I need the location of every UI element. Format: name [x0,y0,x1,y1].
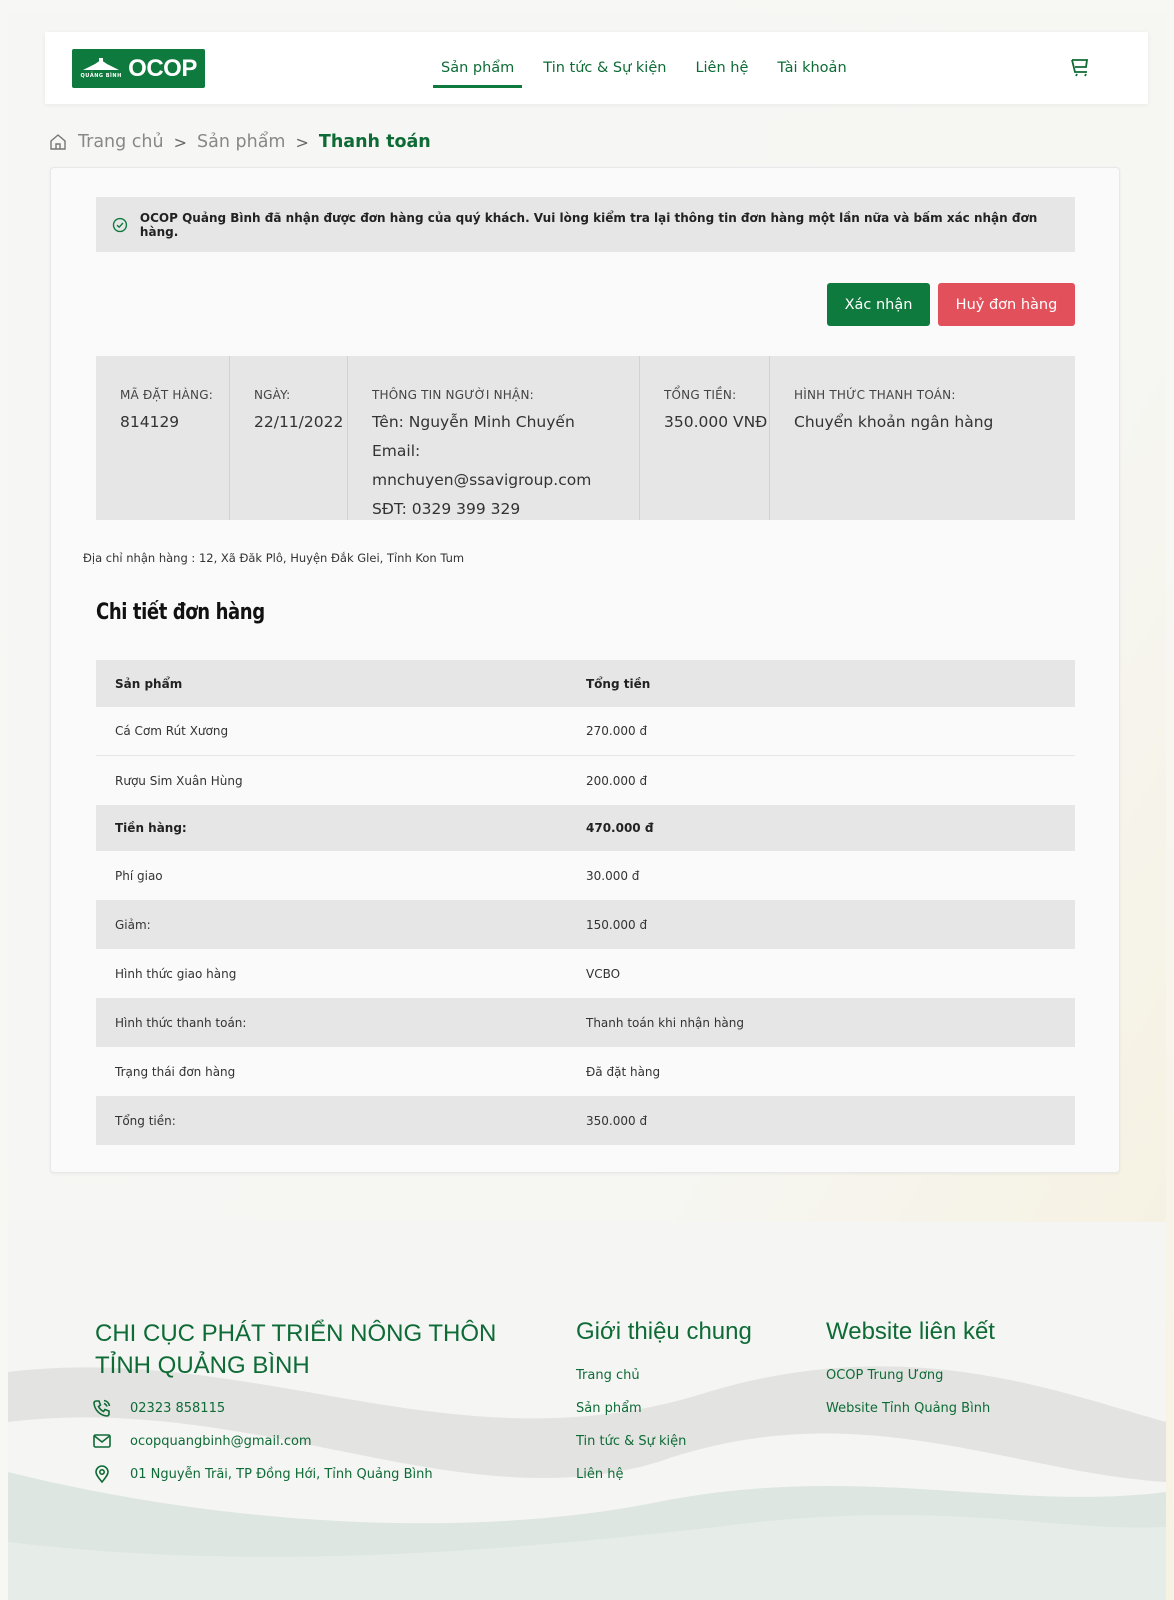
row-label: Phí giao [115,868,163,883]
payment-method-value: Chuyển khoản ngân hàng [794,413,994,431]
order-notice: OCOP Quảng Bình đã nhận được đơn hàng củ… [96,197,1075,252]
footer-org-line1: CHI CỤC PHÁT TRIỂN NÔNG THÔN [95,1320,497,1347]
logo-mark-icon: QUẢNG BÌNH [80,58,122,79]
row-value: Thanh toán khi nhận hàng [586,1015,745,1030]
order-date-value: 22/11/2022 [254,413,344,431]
recipient-name: Tên: Nguyễn Minh Chuyến [372,413,575,431]
footer-links-title: Website liên kết [826,1318,995,1345]
nav-item-account[interactable]: Tài khoản [769,32,854,104]
recipient-cell: THÔNG TIN NGƯỜI NHẬN: Tên: Nguyễn Minh C… [348,356,640,520]
breadcrumb-products[interactable]: Sản phẩm [197,132,285,152]
column-header-product: Sản phẩm [115,676,183,691]
shipping-address: Địa chỉ nhận hàng : 12, Xã Đăk Plô, Huyệ… [83,551,465,565]
order-id-label: MÃ ĐẶT HÀNG: [120,388,213,402]
breadcrumb-home[interactable]: Trang chủ [78,132,164,152]
table-row: Trạng thái đơn hàng Đã đặt hàng [96,1047,1075,1096]
order-total-value: 350.000 VNĐ [664,413,768,431]
footer-email: ocopquangbinh@gmail.com [92,1431,312,1451]
recipient-label: THÔNG TIN NGƯỜI NHẬN: [372,388,534,402]
table-row: Tiền hàng: 470.000 đ [96,805,1075,851]
notice-text: OCOP Quảng Bình đã nhận được đơn hàng củ… [139,210,1038,239]
row-value: 470.000 đ [586,821,654,835]
footer-org-title: CHI CỤC PHÁT TRIỂN NÔNG THÔN TỈNH QUẢNG … [95,1318,535,1382]
nav-item-products[interactable]: Sản phẩm [433,32,523,104]
footer-email-text[interactable]: ocopquangbinh@gmail.com [130,1434,312,1449]
nav-item-contact[interactable]: Liên hệ [687,32,756,104]
order-date-cell: NGÀY: 22/11/2022 [230,356,348,520]
row-label: Trạng thái đơn hàng [115,1064,236,1079]
row-label: Tổng tiền: [115,1113,176,1128]
row-value: 150.000 đ [586,917,648,932]
payment-method-label: HÌNH THỨC THANH TOÁN: [794,388,956,402]
row-label: Cá Cơm Rút Xương [115,724,229,738]
home-icon[interactable] [48,132,68,152]
order-total-label: TỔNG TIỀN: [664,388,737,402]
main-nav: Sản phẩm Tin tức & Sự kiện Liên hệ Tài k… [433,32,868,104]
order-details-table: Sản phẩm Tổng tiền Cá Cơm Rút Xương 270.… [96,660,1075,1145]
breadcrumb-separator: > [173,132,188,152]
logo-subtitle: QUẢNG BÌNH [80,73,122,79]
footer-phone-text[interactable]: 02323 858115 [130,1401,225,1416]
table-row: Hình thức thanh toán: Thanh toán khi nhậ… [96,998,1075,1047]
footer-about-title: Giới thiệu chung [576,1318,752,1345]
row-value: 200.000 đ [586,773,648,788]
footer-phone: 02323 858115 [92,1398,225,1418]
footer-link-news[interactable]: Tin tức & Sự kiện [576,1434,686,1449]
row-label: Hình thức giao hàng [115,966,237,981]
footer-link-province-website[interactable]: Website Tỉnh Quảng Bình [826,1401,990,1416]
recipient-phone: SĐT: 0329 399 329 [372,500,521,518]
row-label: Hình thức thanh toán: [115,1015,247,1030]
check-circle-icon [112,217,128,232]
column-header-total: Tổng tiền [586,676,651,691]
nav-item-news[interactable]: Tin tức & Sự kiện [535,32,674,104]
ocop-logo[interactable]: QUẢNG BÌNH OCOP [72,49,205,88]
row-value: 350.000 đ [586,1113,648,1128]
table-row: Giảm: 150.000 đ [96,900,1075,949]
table-row: Phí giao 30.000 đ [96,851,1075,900]
row-value: 30.000 đ [586,868,640,883]
breadcrumb: Trang chủ > Sản phẩm > Thanh toán [48,128,431,156]
phone-icon [93,1399,111,1417]
table-row: Hình thức giao hàng VCBO [96,949,1075,998]
checkout-card: OCOP Quảng Bình đã nhận được đơn hàng củ… [50,167,1120,1173]
row-value: VCBO [586,966,621,981]
confirm-button[interactable]: Xác nhận [827,283,930,326]
row-label: Rượu Sim Xuân Hùng [115,773,243,788]
footer-org-line2: TỈNH QUẢNG BÌNH [95,1352,310,1379]
footer-address-text: 01 Nguyễn Trãi, TP Đồng Hới, Tỉnh Quảng … [130,1466,433,1482]
breadcrumb-current: Thanh toán [318,132,431,152]
cancel-order-button[interactable]: Huỷ đơn hàng [938,283,1075,326]
cart-icon[interactable] [1070,57,1092,79]
footer-address: 01 Nguyễn Trãi, TP Đồng Hới, Tỉnh Quảng … [92,1464,433,1484]
order-id-cell: MÃ ĐẶT HÀNG: 814129 [96,356,230,520]
row-value: 270.000 đ [586,724,648,738]
recipient-email: Email: mnchuyen@ssavigroup.com [372,442,592,489]
site-footer: CHI CỤC PHÁT TRIỂN NÔNG THÔN TỈNH QUẢNG … [8,1222,1166,1600]
table-row: Tổng tiền: 350.000 đ [96,1096,1075,1145]
row-label: Giảm: [115,917,151,932]
mail-icon [93,1434,111,1448]
table-row: Cá Cơm Rút Xương 270.000 đ [96,707,1075,756]
payment-method-cell: HÌNH THỨC THANH TOÁN: Chuyển khoản ngân … [770,356,1075,520]
table-header: Sản phẩm Tổng tiền [96,660,1075,707]
footer-link-contact[interactable]: Liên hệ [576,1467,623,1482]
footer-link-ocop-central[interactable]: OCOP Trung Ương [826,1368,943,1383]
footer-link-home[interactable]: Trang chủ [576,1368,640,1383]
order-info-table: MÃ ĐẶT HÀNG: 814129 NGÀY: 22/11/2022 THÔ… [96,356,1075,520]
table-row: Rượu Sim Xuân Hùng 200.000 đ [96,756,1075,805]
order-id-value: 814129 [120,413,180,431]
breadcrumb-separator: > [295,132,309,152]
top-header: QUẢNG BÌNH OCOP Sản phẩm Tin tức & Sự ki… [45,32,1148,104]
order-details-title: Chi tiết đơn hàng [96,600,265,625]
footer-link-products[interactable]: Sản phẩm [576,1401,642,1416]
order-date-label: NGÀY: [254,388,291,402]
row-value: Đã đặt hàng [586,1064,661,1079]
order-total-cell: TỔNG TIỀN: 350.000 VNĐ [640,356,770,520]
row-label: Tiền hàng: [115,821,187,835]
logo-text: OCOP [128,54,197,82]
location-pin-icon [95,1465,109,1484]
